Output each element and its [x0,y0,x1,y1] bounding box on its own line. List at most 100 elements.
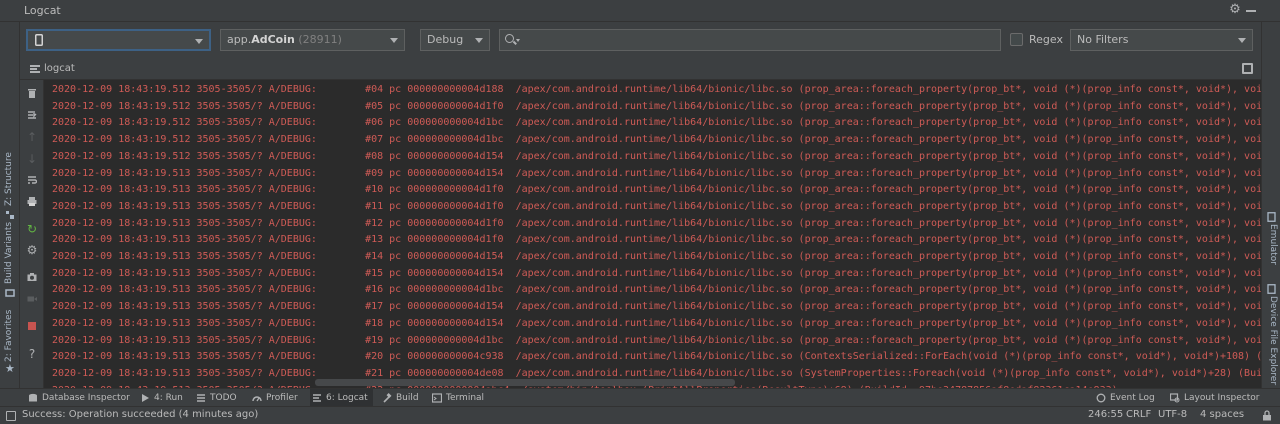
process-dropdown[interactable]: app.AdCoin (28911) [220,29,405,51]
logcat-actions-toolbar: ↑ ↓ ↻ ⚙ ? [20,80,44,388]
lock-icon[interactable] [1262,410,1272,421]
regex-checkbox[interactable] [1010,33,1023,46]
run-tab-label: 4: Run [154,393,183,403]
profiler-tab-label: Profiler [266,393,298,403]
todo-icon [197,394,205,402]
screen-record-icon[interactable] [25,292,39,306]
soft-wrap-icon[interactable] [25,173,39,187]
up-icon[interactable]: ↑ [25,130,39,144]
hammer-icon [383,393,392,403]
status-bar: Success: Operation succeeded (4 minutes … [0,406,1280,424]
database-inspector-tab[interactable]: Database Inspector [26,389,130,407]
print-icon[interactable] [25,194,39,208]
logcat-bottom-tab-label: 6: Logcat [326,393,368,403]
stop-icon[interactable] [25,319,39,333]
search-history-chevron-icon[interactable] [516,39,520,42]
build-tab[interactable]: Build [380,389,419,407]
clear-logcat-icon[interactable] [25,86,39,100]
status-icon [6,411,16,421]
logcat-output[interactable]: 2020-12-09 18:43:19.512 3505-3505/? A/DE… [45,80,1261,388]
layout-inspector-tab-label: Layout Inspector [1184,393,1260,403]
filter-configuration-value: No Filters [1077,33,1129,46]
device-dropdown[interactable] [26,29,211,51]
settings-icon[interactable]: ⚙ [25,243,39,257]
emulator-tab[interactable]: Emulator [1264,210,1280,270]
scroll-to-end-icon[interactable] [25,108,39,122]
phone-icon [35,34,43,46]
build-variants-tab-label: Build Variants [4,221,14,284]
log-line: 2020-12-09 18:43:19.513 3505-3505/? A/DE… [52,301,1261,313]
logcat-header: logcat [20,58,1261,80]
log-line: 2020-12-09 18:43:19.513 3505-3505/? A/DE… [52,267,1261,279]
window-title: Logcat [24,4,61,17]
favorites-tab-label: 2: Favorites [4,309,14,362]
log-line: 2020-12-09 18:43:19.513 3505-3505/? A/DE… [52,184,1261,196]
status-message: Success: Operation succeeded (4 minutes … [22,409,259,420]
logcat-tab-icon [313,394,321,402]
minimize-icon[interactable] [1246,10,1256,12]
indent-setting[interactable]: 4 spaces [1200,409,1244,420]
run-icon [142,394,149,402]
device-file-explorer-icon [1267,284,1276,294]
filter-configuration-dropdown[interactable]: No Filters [1070,29,1253,51]
regex-label: Regex [1029,33,1063,46]
logcat-filter-toolbar: app.AdCoin (28911) Debug Regex No Filter… [20,22,1261,58]
build-variants-tab[interactable]: Build Variants [2,222,18,308]
log-line: 2020-12-09 18:43:19.512 3505-3505/? A/DE… [52,100,1261,112]
settings-icon[interactable]: ⚙ [1228,3,1242,17]
horizontal-scrollbar[interactable] [315,379,735,386]
layout-icon[interactable] [1242,63,1253,74]
structure-tab[interactable]: Z: Structure [2,150,18,230]
right-tool-strip: Emulator Device File Explorer [1261,22,1280,388]
run-tab[interactable]: 4: Run [138,389,183,407]
left-tool-strip: Z: Structure Build Variants 2: Favorites… [0,22,20,388]
logcat-tab-label[interactable]: logcat [44,63,75,74]
log-line: 2020-12-09 18:43:19.513 3505-3505/? A/DE… [52,334,1261,346]
logcat-bottom-tab[interactable]: 6: Logcat [310,389,373,407]
process-package: app.AdCoin [227,33,295,46]
log-line: 2020-12-09 18:43:19.512 3505-3505/? A/DE… [52,117,1261,129]
log-line: 2020-12-09 18:43:19.513 3505-3505/? A/DE… [52,234,1261,246]
terminal-tab[interactable]: Terminal [430,389,484,407]
log-line: 2020-12-09 18:43:19.512 3505-3505/? A/DE… [52,84,1261,95]
screenshot-icon[interactable] [25,270,39,284]
todo-tab-label: TODO [210,393,237,403]
emulator-tab-label: Emulator [1268,224,1278,265]
log-line: 2020-12-09 18:43:19.513 3505-3505/? A/DE… [52,317,1261,329]
database-icon [29,393,37,402]
line-separator[interactable]: CRLF [1126,409,1151,420]
search-input[interactable] [524,31,994,49]
structure-tab-label: Z: Structure [4,152,14,206]
device-file-explorer-tab-label: Device File Explorer [1268,296,1278,386]
logcat-icon [30,65,40,73]
profiler-tab[interactable]: Profiler [250,389,298,407]
structure-icon [6,211,14,219]
event-log-tab[interactable]: Event Log [1094,389,1155,407]
device-file-explorer-tab[interactable]: Device File Explorer [1264,282,1280,388]
log-line: 2020-12-09 18:43:19.513 3505-3505/? A/DE… [52,351,1261,363]
build-variants-icon [5,289,15,297]
tool-window-title-bar: Logcat ⚙ [0,0,1280,22]
chevron-down-icon [475,38,483,43]
log-level-value: Debug [427,33,464,46]
log-line: 2020-12-09 18:43:19.512 3505-3505/? A/DE… [52,134,1261,146]
todo-tab[interactable]: TODO [194,389,237,407]
log-level-dropdown[interactable]: Debug [420,29,490,51]
down-icon[interactable]: ↓ [25,152,39,166]
chevron-down-icon [195,39,203,44]
search-icon [505,34,514,43]
layout-inspector-tab[interactable]: Layout Inspector [1168,389,1259,407]
event-log-tab-label: Event Log [1110,393,1155,403]
logcat-search-field[interactable] [499,29,1001,51]
favorites-tab[interactable]: 2: Favorites ★ [2,310,18,378]
process-pid: (28911) [298,33,342,46]
restart-icon[interactable]: ↻ [25,222,39,236]
help-icon[interactable]: ? [25,347,39,361]
log-line: 2020-12-09 18:43:19.512 3505-3505/? A/DE… [52,150,1261,162]
terminal-tab-label: Terminal [446,393,485,403]
emulator-icon [1267,212,1276,222]
file-encoding[interactable]: UTF-8 [1158,409,1187,420]
profiler-icon [252,396,262,402]
caret-position[interactable]: 246:55 [1088,409,1123,420]
layout-inspector-icon [1170,393,1180,403]
